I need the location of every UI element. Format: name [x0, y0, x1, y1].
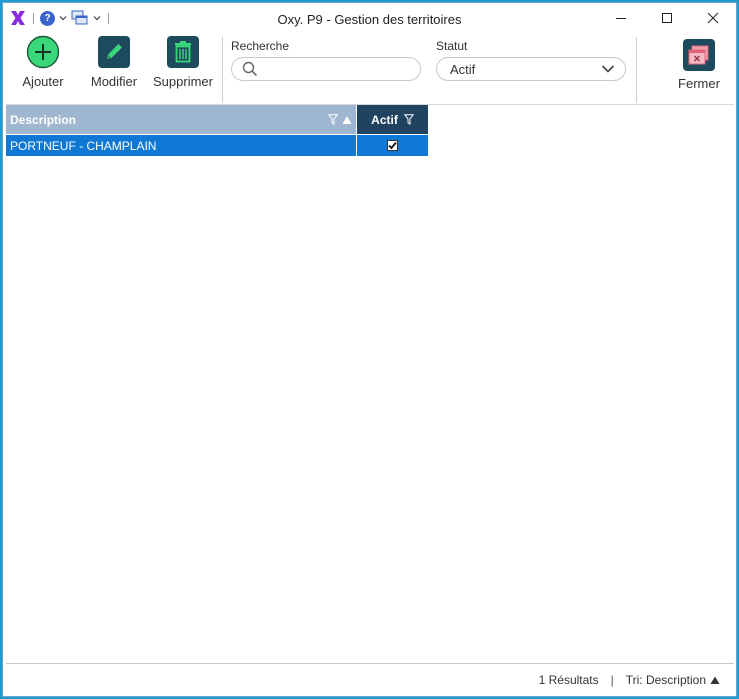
- close-label: Fermer: [678, 76, 720, 91]
- minimize-button[interactable]: [598, 3, 644, 33]
- column-header-actif[interactable]: Actif: [356, 105, 428, 134]
- column-header-description[interactable]: Description: [6, 105, 356, 134]
- cell-actif[interactable]: [356, 135, 428, 156]
- search-input[interactable]: [264, 61, 414, 77]
- status-label: Statut: [436, 39, 468, 53]
- divider: [33, 12, 34, 24]
- close-button[interactable]: Fermer: [667, 38, 731, 98]
- sort-asc-icon: [710, 676, 720, 684]
- title-bar: ? Oxy. P9 - Gestion des territoires: [3, 3, 736, 33]
- edit-label: Modifier: [90, 74, 138, 89]
- results-count: 1 Résultats: [538, 673, 599, 687]
- divider: [108, 12, 109, 24]
- sort-indicator[interactable]: Tri: Description: [626, 673, 706, 687]
- toolbar-divider: [222, 37, 223, 103]
- search-label: Recherche: [231, 39, 290, 53]
- status-select[interactable]: Actif: [436, 57, 626, 81]
- grid-header: Description Actif: [6, 105, 428, 134]
- app-window: ? Oxy. P9 - Gestion des territoires Ajou…: [2, 2, 737, 697]
- table-row[interactable]: PORTNEUF - CHAMPLAIN: [6, 135, 428, 156]
- add-button[interactable]: Ajouter: [11, 35, 75, 95]
- actif-checkbox[interactable]: [387, 140, 398, 151]
- app-logo-icon[interactable]: [9, 9, 27, 27]
- status-bar: 1 Résultats | Tri: Description: [3, 664, 736, 696]
- search-icon: [242, 61, 258, 77]
- search-field[interactable]: [231, 57, 421, 81]
- help-icon[interactable]: ?: [40, 10, 55, 26]
- column-header-label: Actif: [371, 112, 398, 127]
- filter-icon[interactable]: [403, 114, 414, 125]
- data-grid: Description Actif PORTNEUF - CHAMPLAIN: [6, 104, 734, 664]
- delete-label: Supprimer: [153, 74, 213, 89]
- status-separator: |: [610, 673, 614, 687]
- window-controls: [598, 3, 736, 33]
- chevron-down-icon: [601, 65, 615, 73]
- close-window-button[interactable]: [690, 3, 736, 33]
- checkmark-icon: [388, 141, 397, 150]
- filter-icon[interactable]: [328, 114, 338, 125]
- minimize-icon: [616, 18, 626, 19]
- column-header-label: Description: [10, 112, 77, 127]
- cell-description[interactable]: PORTNEUF - CHAMPLAIN: [6, 135, 356, 156]
- add-label: Ajouter: [22, 74, 64, 89]
- chevron-down-icon[interactable]: [92, 13, 102, 23]
- sort-asc-icon[interactable]: [342, 115, 352, 125]
- chevron-down-icon[interactable]: [58, 13, 68, 23]
- windows-icon[interactable]: [71, 10, 89, 26]
- toolbar-divider: [636, 37, 637, 103]
- maximize-button[interactable]: [644, 3, 690, 33]
- edit-icon: [98, 36, 130, 68]
- status-selected-value: Actif: [450, 61, 476, 77]
- quick-access: ?: [9, 9, 112, 27]
- trash-icon: [167, 36, 199, 68]
- close-window-icon: [683, 39, 715, 71]
- edit-button[interactable]: Modifier: [82, 35, 146, 95]
- add-icon: [26, 35, 60, 69]
- delete-button[interactable]: Supprimer: [151, 35, 215, 95]
- close-icon: [707, 12, 719, 24]
- maximize-icon: [662, 13, 672, 23]
